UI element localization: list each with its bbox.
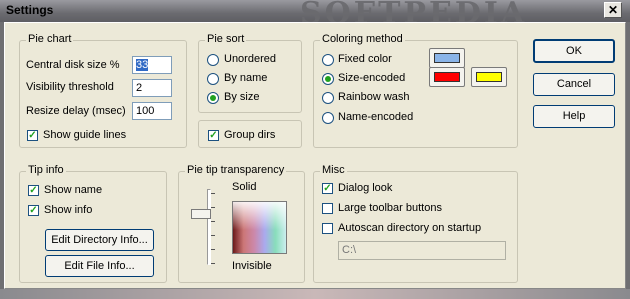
background-strip — [0, 289, 630, 299]
visibility-threshold-input[interactable]: 2 — [132, 79, 172, 97]
window-title: Settings — [6, 3, 54, 17]
show-info-checkbox[interactable]: ✓ — [28, 205, 39, 216]
fixed-color-label[interactable]: Fixed color — [338, 53, 392, 65]
sort-by-name-label[interactable]: By name — [224, 72, 267, 84]
show-guide-lines-checkbox[interactable]: ✓ — [27, 130, 38, 141]
sort-by-size-radio[interactable] — [207, 92, 219, 104]
show-name-label[interactable]: Show name — [44, 184, 102, 196]
rainbow-wash-label[interactable]: Rainbow wash — [338, 91, 410, 103]
pie-tip-transparency-group-label: Pie tip transparency — [185, 164, 287, 176]
dialog-look-checkbox[interactable]: ✓ — [322, 183, 333, 194]
resize-delay-label: Resize delay (msec) — [26, 105, 126, 117]
misc-group-label: Misc — [320, 164, 347, 176]
settings-dialog: Pie chart Central disk size % 33 Visibil… — [4, 22, 626, 289]
sort-unordered-label[interactable]: Unordered — [224, 53, 276, 65]
show-guide-lines-label[interactable]: Show guide lines — [43, 129, 126, 141]
slider-tick — [211, 249, 215, 250]
cancel-button[interactable]: Cancel — [533, 73, 615, 96]
size-color-low-button[interactable] — [429, 67, 465, 87]
sort-by-size-label[interactable]: By size — [224, 91, 259, 103]
help-button[interactable]: Help — [533, 105, 615, 128]
coloring-method-group-label: Coloring method — [320, 33, 405, 45]
close-button[interactable]: ✕ — [604, 2, 622, 18]
dialog-look-label[interactable]: Dialog look — [338, 182, 392, 194]
name-encoded-radio[interactable] — [322, 112, 334, 124]
transparency-preview — [232, 201, 287, 254]
resize-delay-input[interactable]: 100 — [132, 102, 172, 120]
slider-tick — [211, 193, 215, 194]
autoscan-checkbox[interactable] — [322, 223, 333, 234]
central-disk-size-label: Central disk size % — [26, 59, 120, 71]
transparency-slider-track[interactable] — [207, 189, 211, 265]
slider-tick — [211, 263, 215, 264]
show-name-checkbox[interactable]: ✓ — [28, 185, 39, 196]
ok-button[interactable]: OK — [533, 39, 615, 63]
size-color-low-swatch — [434, 72, 460, 82]
fixed-color-button[interactable] — [429, 48, 465, 68]
size-encoded-label[interactable]: Size-encoded — [338, 72, 405, 84]
pie-sort-group-label: Pie sort — [205, 33, 247, 45]
slider-tick — [211, 207, 215, 208]
pie-chart-group-label: Pie chart — [26, 33, 74, 45]
group-dirs-label[interactable]: Group dirs — [224, 129, 275, 141]
central-disk-size-value: 33 — [136, 59, 149, 71]
edit-file-info-button[interactable]: Edit File Info... — [45, 255, 154, 277]
large-toolbar-checkbox[interactable] — [322, 203, 333, 214]
size-encoded-radio[interactable] — [322, 73, 334, 85]
show-info-label[interactable]: Show info — [44, 204, 92, 216]
fixed-color-swatch — [434, 53, 460, 63]
size-color-high-button[interactable] — [471, 67, 507, 87]
slider-tick — [211, 221, 215, 222]
group-dirs-checkbox[interactable]: ✓ — [208, 130, 219, 141]
slider-tick — [211, 235, 215, 236]
invisible-label: Invisible — [232, 260, 272, 272]
visibility-threshold-label: Visibility threshold — [26, 81, 114, 93]
transparency-slider-thumb[interactable] — [191, 208, 211, 219]
size-color-high-swatch — [476, 72, 502, 82]
name-encoded-label[interactable]: Name-encoded — [338, 111, 413, 123]
autoscan-label[interactable]: Autoscan directory on startup — [338, 222, 481, 234]
rainbow-wash-radio[interactable] — [322, 92, 334, 104]
edit-directory-info-button[interactable]: Edit Directory Info... — [45, 229, 154, 251]
sort-by-name-radio[interactable] — [207, 73, 219, 85]
solid-label: Solid — [232, 181, 257, 193]
sort-unordered-radio[interactable] — [207, 54, 219, 66]
title-bar[interactable]: SOFTPEDIA Settings ✕ — [0, 0, 630, 31]
tip-info-group-label: Tip info — [26, 164, 66, 176]
autoscan-path-input[interactable]: C:\ — [338, 241, 506, 260]
fixed-color-radio[interactable] — [322, 54, 334, 66]
central-disk-size-input[interactable]: 33 — [132, 56, 172, 74]
large-toolbar-label[interactable]: Large toolbar buttons — [338, 202, 442, 214]
